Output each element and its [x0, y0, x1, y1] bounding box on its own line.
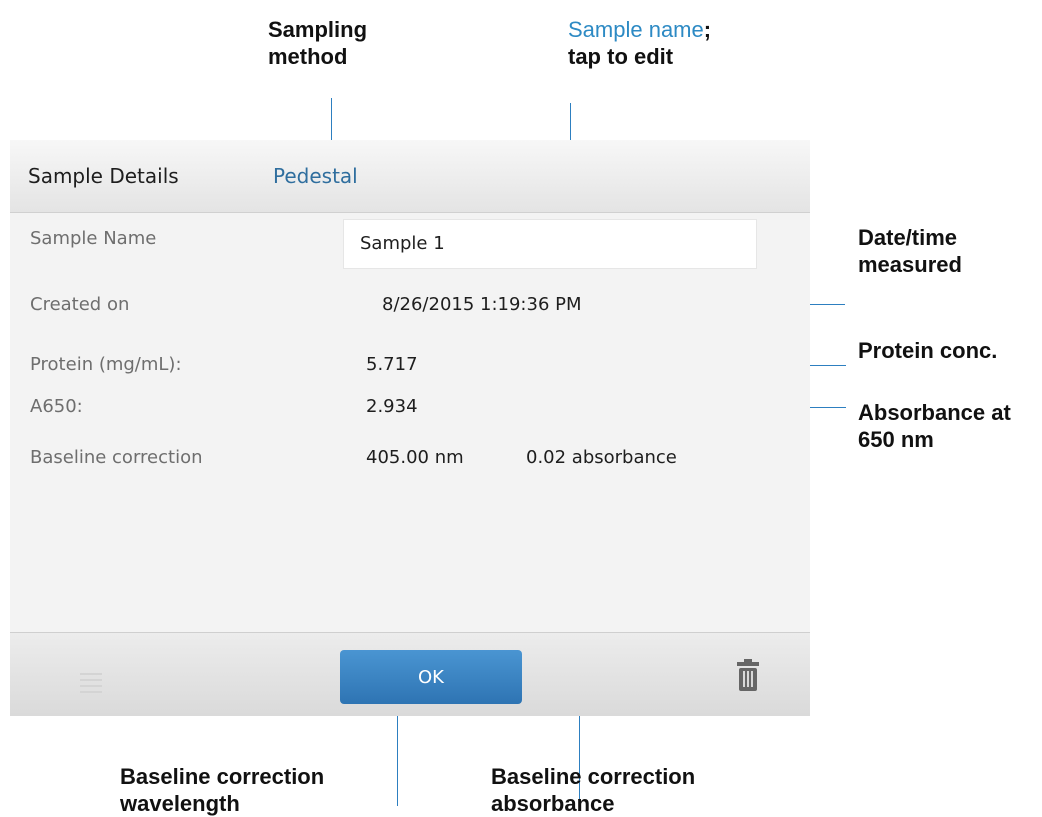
menu-icon[interactable] — [80, 673, 102, 697]
a650-label: A650: — [30, 396, 83, 417]
sample-name-label: Sample Name — [30, 228, 157, 249]
baseline-correction-label: Baseline correction — [30, 447, 203, 468]
sampling-method-label: Pedestal — [273, 164, 358, 188]
callout-sample-name-blue: Sample name — [568, 17, 704, 42]
protein-label: Protein (mg/mL): — [30, 354, 182, 375]
callout-sample-name: Sample name; tap to edit — [568, 16, 711, 70]
a650-value: 2.934 — [366, 396, 418, 417]
callout-sampling-method: Sampling method — [268, 16, 367, 70]
callout-baseline-absorbance: Baseline correction absorbance — [491, 763, 695, 817]
page-title: Sample Details — [28, 164, 179, 188]
screen-footer: OK — [10, 632, 810, 716]
created-on-label: Created on — [30, 294, 130, 315]
callout-baseline-wavelength-line1: Baseline correction — [120, 764, 325, 789]
screen-header: Sample Details Pedestal — [10, 140, 810, 213]
sample-details-screen: Sample Details Pedestal Sample Name Crea… — [10, 140, 810, 716]
callout-datetime-line2: measured — [858, 252, 962, 277]
protein-value: 5.717 — [366, 354, 418, 375]
callout-absorbance: Absorbance at 650 nm — [858, 399, 1011, 453]
callout-baseline-wavelength: Baseline correction wavelength — [120, 763, 324, 817]
callout-sample-name-semicolon: ; — [703, 17, 712, 42]
callout-protein-conc-text: Protein conc. — [858, 338, 998, 363]
trash-icon[interactable] — [737, 659, 759, 691]
created-on-value: 8/26/2015 1:19:36 PM — [382, 294, 582, 315]
callout-absorbance-line2: 650 nm — [858, 427, 934, 452]
baseline-absorbance-value: 0.02 absorbance — [526, 447, 677, 468]
callout-protein-conc: Protein conc. — [858, 337, 997, 364]
callout-absorbance-line1: Absorbance at — [858, 400, 1011, 425]
callout-sampling-method-line2: method — [268, 44, 348, 69]
callout-sampling-method-line1: Sampling — [268, 17, 368, 42]
baseline-wavelength-value: 405.00 nm — [366, 447, 464, 468]
callout-baseline-absorbance-line2: absorbance — [491, 791, 615, 816]
callout-datetime: Date/time measured — [858, 224, 962, 278]
callout-baseline-wavelength-line2: wavelength — [120, 791, 240, 816]
sample-name-input[interactable] — [343, 219, 757, 269]
callout-datetime-line1: Date/time — [858, 225, 958, 250]
ok-button[interactable]: OK — [340, 650, 522, 704]
callout-baseline-absorbance-line1: Baseline correction — [491, 764, 696, 789]
callout-sample-name-line2: tap to edit — [568, 44, 674, 69]
